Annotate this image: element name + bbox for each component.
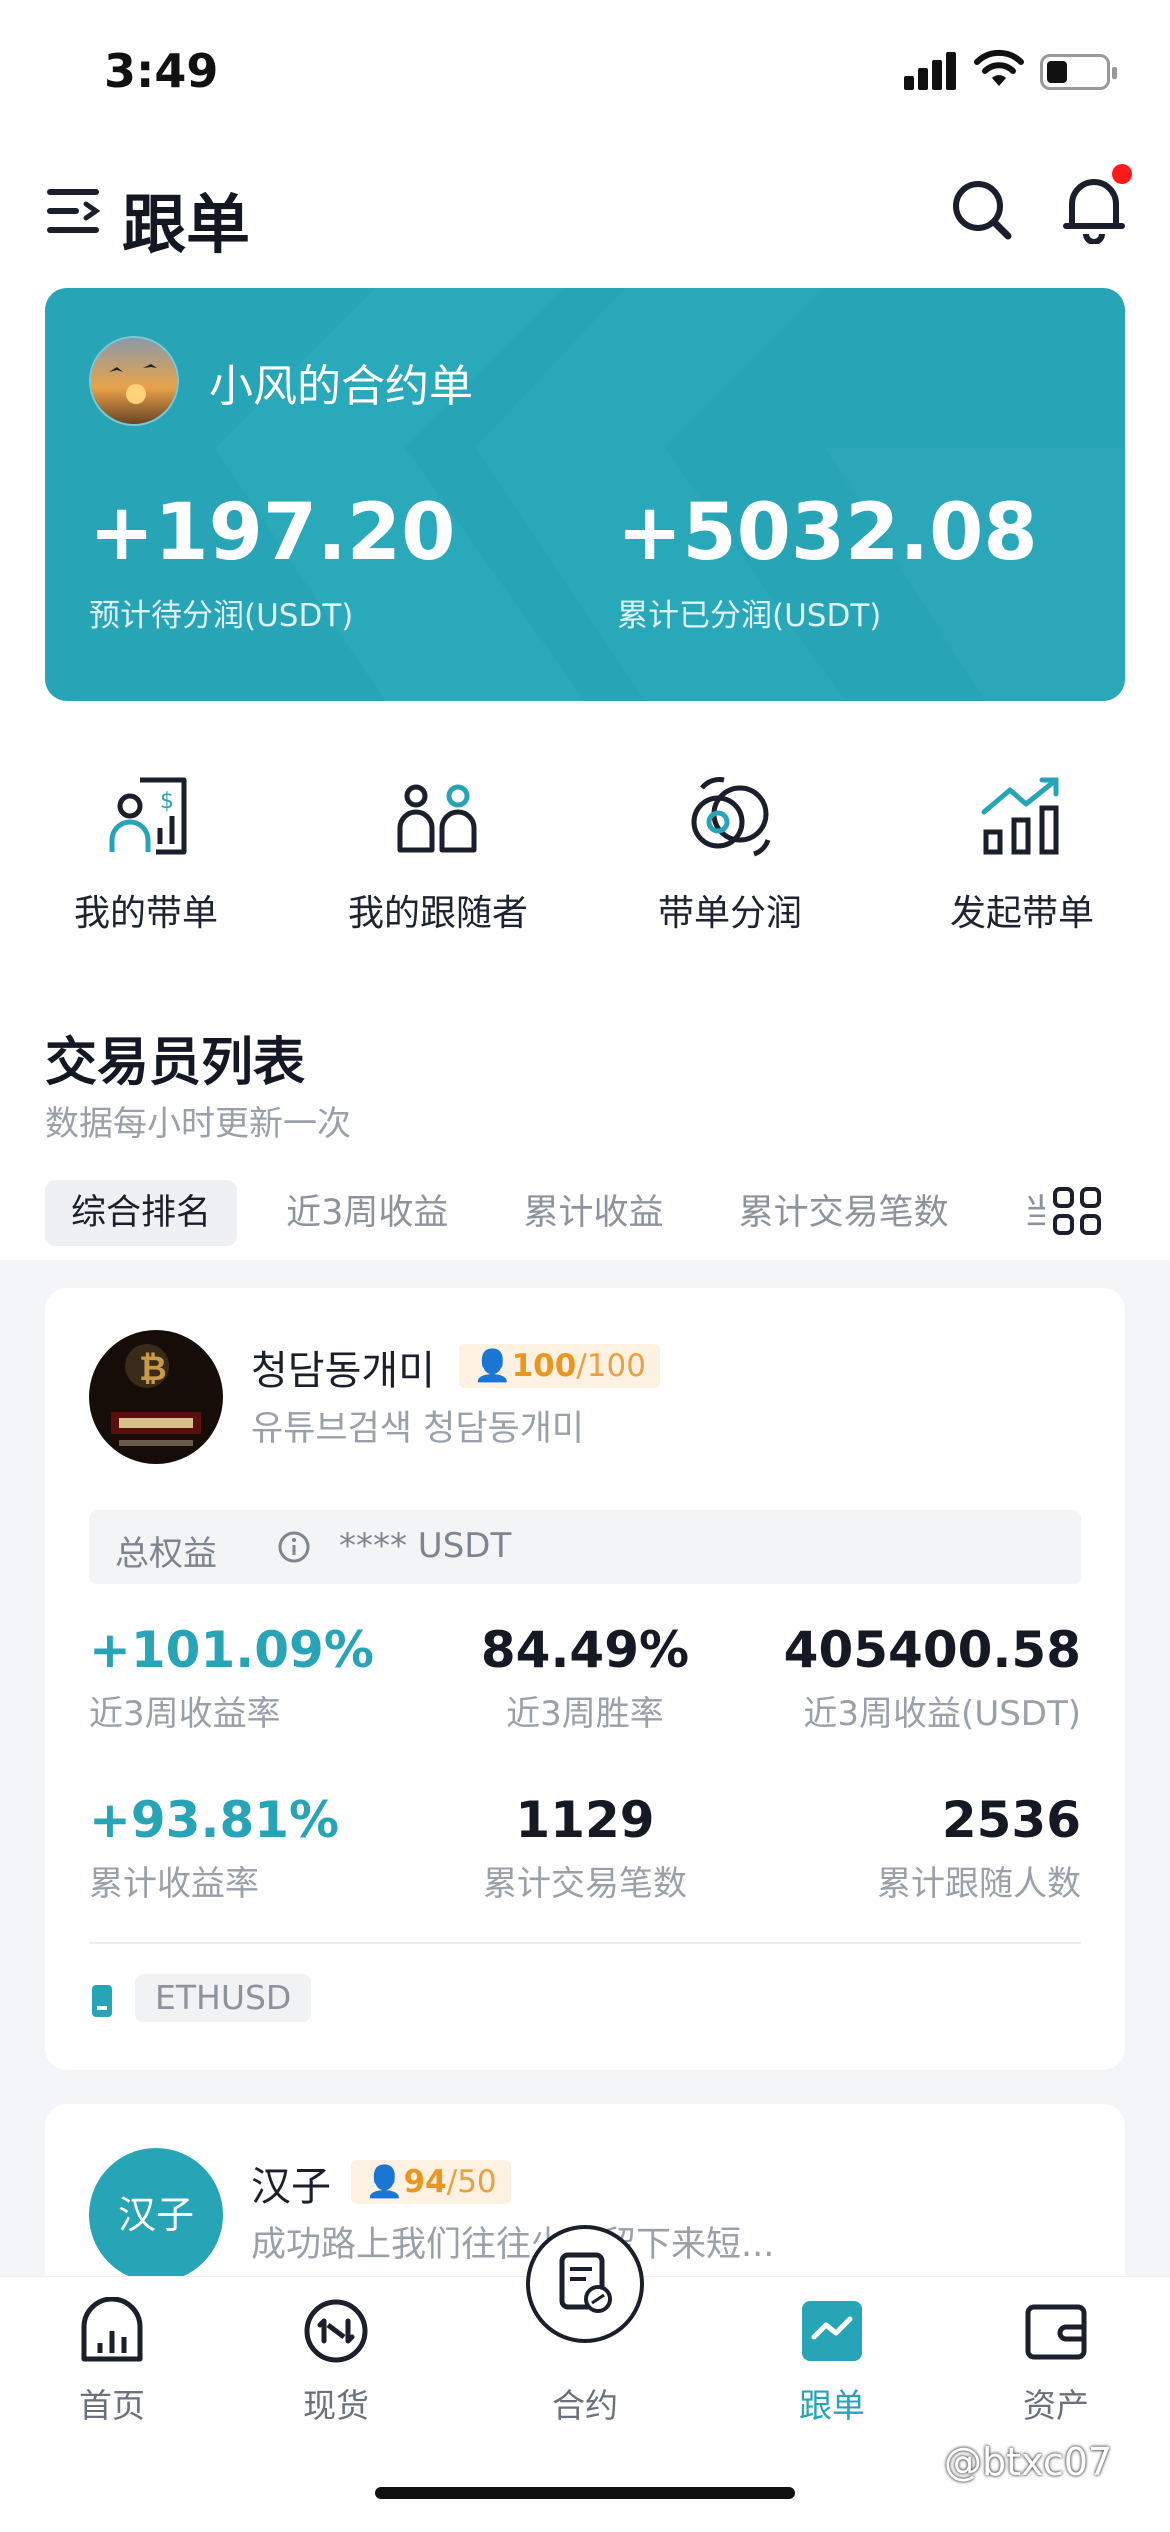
- stat-value: +93.81%: [89, 1791, 340, 1849]
- spot-icon: [304, 2299, 368, 2363]
- avatar: ₿: [89, 1330, 223, 1464]
- stat-label: 近3周收益率: [89, 1694, 281, 1734]
- nav-label: 跟单: [799, 2386, 865, 2425]
- page-header: 跟单: [0, 160, 1170, 263]
- stat-value: 405400.58: [783, 1621, 1081, 1679]
- page-title: 跟单: [122, 189, 250, 263]
- home-indicator[interactable]: [375, 2487, 795, 2499]
- watermark: @btxc07: [944, 2440, 1113, 2484]
- wallet-icon: [1025, 2304, 1087, 2360]
- search-icon[interactable]: [950, 178, 1014, 242]
- equity-value: **** USDT: [339, 1526, 512, 1566]
- profit-share-banner[interactable]: 小风的合约单 +197.20 预计待分润(USDT) +5032.08 累计已分…: [45, 288, 1125, 701]
- score-value: 94: [403, 2164, 447, 2200]
- trader-list-title: 交易员列表: [45, 1033, 306, 1093]
- tab-overall-ranking[interactable]: 综合排名: [45, 1180, 238, 1246]
- trader-list-subtitle: 数据每小时更新一次: [45, 1104, 351, 1144]
- quick-action-my-lead-orders[interactable]: $ 我的带单: [16, 770, 276, 936]
- tab-total-trades[interactable]: 累计交易笔数: [713, 1180, 975, 1246]
- nav-label: 资产: [1023, 2386, 1089, 2425]
- status-time: 3:49: [104, 44, 219, 98]
- quick-actions: $ 我的带单 我的跟随者 带单分润 发起带单: [0, 770, 1170, 950]
- stat-3week-return: +101.09% 近3周收益率: [89, 1620, 374, 1735]
- total-profit-label: 累计已分润(USDT): [617, 598, 882, 634]
- info-icon[interactable]: [277, 1530, 311, 1564]
- stat-label: 近3周收益(USDT): [803, 1694, 1081, 1734]
- nav-copy-trade[interactable]: 跟单: [732, 2297, 932, 2427]
- trader-name: 汉子: [251, 2164, 331, 2210]
- stat-total-followers: 2536 累计跟随人数: [681, 1790, 1081, 1905]
- quick-action-label: 发起带单: [949, 893, 1094, 934]
- equity-label: 总权益: [115, 1534, 217, 1574]
- tab-more[interactable]: 当: [998, 1180, 1045, 1246]
- stat-total-return: +93.81% 累计收益率: [89, 1790, 339, 1905]
- menu-icon[interactable]: [46, 186, 106, 236]
- stat-label: 累计跟随人数: [877, 1864, 1081, 1904]
- battery-icon: [1040, 54, 1117, 90]
- tab-total-profit[interactable]: 累计收益: [497, 1180, 689, 1246]
- notification-dot: [1112, 164, 1132, 184]
- score-value: 100: [511, 1348, 577, 1384]
- quick-action-label: 带单分润: [657, 893, 802, 934]
- pending-profit-value: +197.20: [89, 488, 456, 578]
- stat-value: 2536: [941, 1791, 1081, 1849]
- avatar: [89, 336, 179, 426]
- divider: [89, 1942, 1081, 1944]
- stat-3week-profit: 405400.58 近3周收益(USDT): [681, 1620, 1081, 1735]
- tab-3week-profit[interactable]: 近3周收益: [260, 1180, 474, 1246]
- quick-action-my-followers[interactable]: 我的跟随者: [308, 770, 568, 936]
- banner-account-name: 小风的合约单: [209, 361, 473, 412]
- trader-card[interactable]: ₿ 청담동개미 👤100/100 유튜브검색 청담동개미 总权益 **** US…: [45, 1288, 1125, 2070]
- total-profit-stat: +5032.08 累计已分润(USDT): [617, 488, 1038, 635]
- contract-icon: [559, 2252, 612, 2313]
- person-icon: 👤: [365, 2164, 404, 2200]
- trader-score-badge: 👤100/100: [459, 1344, 660, 1388]
- cellular-signal-icon: [904, 50, 960, 90]
- status-bar: 3:49: [0, 0, 1170, 140]
- nav-label: 首页: [79, 2386, 145, 2425]
- stat-label: 累计收益率: [89, 1864, 259, 1904]
- start-lead-icon: [981, 777, 1059, 855]
- total-profit-value: +5032.08: [617, 488, 1038, 578]
- copy-trade-icon: [802, 2301, 862, 2361]
- svg-text:$: $: [160, 789, 174, 814]
- nav-label[interactable]: 合约: [485, 2379, 685, 2427]
- grid-view-icon[interactable]: [1052, 1186, 1102, 1236]
- trader-description: 成功路上我们往往少停留下来短...: [251, 2225, 775, 2265]
- score-max: /50: [446, 2164, 497, 2200]
- score-max: /100: [576, 1348, 646, 1384]
- trader-score-badge: 👤94/50: [351, 2160, 511, 2204]
- person-icon: 👤: [473, 1348, 512, 1384]
- wifi-icon: [974, 49, 1024, 86]
- nav-assets[interactable]: 资产: [956, 2297, 1156, 2427]
- trading-pair-tag: ETHUSD: [135, 1974, 312, 2022]
- device-icon: [92, 1985, 112, 2017]
- nav-label: 现货: [303, 2386, 369, 2425]
- my-lead-orders-icon: $: [109, 777, 187, 855]
- nav-home[interactable]: 首页: [12, 2297, 212, 2427]
- pending-profit-label: 预计待分润(USDT): [89, 598, 354, 634]
- ranking-tabs: 综合排名 近3周收益 累计收益 累计交易笔数 当: [45, 1180, 1045, 1246]
- nav-contract-button[interactable]: [526, 2225, 644, 2343]
- avatar: 汉子: [89, 2148, 223, 2282]
- svg-text:₿: ₿: [139, 1349, 167, 1389]
- total-equity-row: 总权益 **** USDT: [89, 1510, 1081, 1584]
- trader-name: 청담동개미: [251, 1348, 435, 1394]
- home-chart-icon: [81, 2297, 143, 2362]
- quick-action-start-lead[interactable]: 发起带单: [892, 770, 1152, 936]
- stat-value: +101.09%: [89, 1621, 374, 1679]
- my-followers-icon: [397, 784, 477, 853]
- quick-action-label: 我的带单: [73, 893, 218, 934]
- quick-action-profit-share[interactable]: 带单分润: [600, 770, 860, 936]
- quick-action-label: 我的跟随者: [347, 893, 528, 934]
- nav-spot[interactable]: 现货: [236, 2297, 436, 2427]
- pending-profit-stat: +197.20 预计待分润(USDT): [89, 488, 455, 635]
- profit-share-icon: [691, 777, 771, 857]
- trader-description: 유튜브검색 청담동개미: [251, 1409, 585, 1449]
- bottom-navigation: 首页 现货 合约 跟单 资产: [0, 2225, 1170, 2532]
